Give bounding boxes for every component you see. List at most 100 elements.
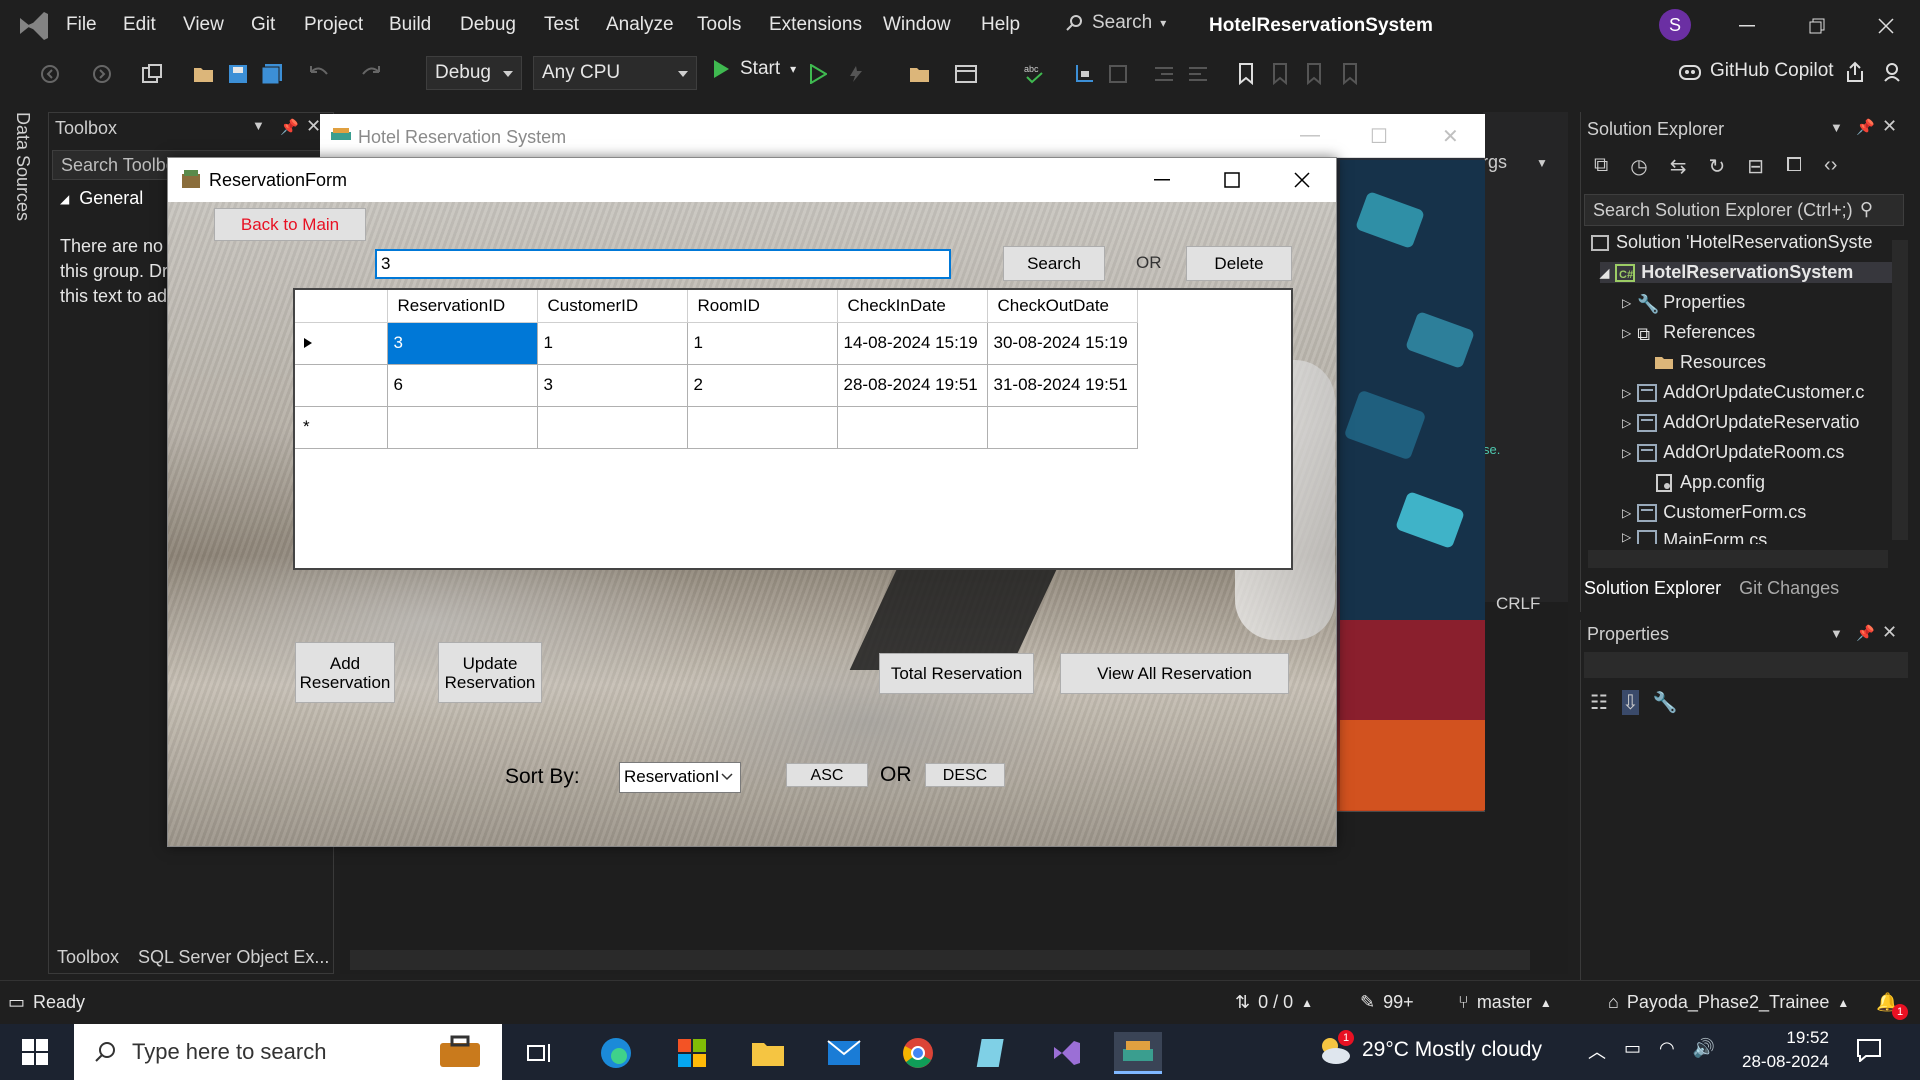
add-reservation-button[interactable]: Add Reservation	[295, 642, 395, 703]
hot-reload-icon[interactable]	[842, 60, 870, 88]
edge-browser-icon[interactable]	[592, 1032, 640, 1074]
update-reservation-button[interactable]: Update Reservation	[438, 642, 542, 703]
table-cell[interactable]: 28-08-2024 19:51	[837, 364, 988, 407]
github-copilot-button[interactable]: GitHub Copilot	[1678, 60, 1834, 82]
tree-item-properties[interactable]: ▷ 🔧 Properties	[1622, 292, 1745, 314]
menu-project[interactable]: Project	[304, 14, 363, 36]
chevron-down-icon[interactable]: ▼	[1536, 156, 1548, 170]
table-cell[interactable]	[387, 406, 538, 449]
folder-icon[interactable]	[906, 60, 934, 88]
data-sources-tab[interactable]: Data Sources	[12, 112, 33, 221]
new-row-marker[interactable]: *	[295, 406, 388, 449]
tree-item-references[interactable]: ▷ ⧉ References	[1622, 322, 1755, 344]
table-cell[interactable]	[537, 406, 688, 449]
chevron-down-icon[interactable]: ▼	[252, 118, 265, 133]
save-icon[interactable]	[224, 60, 252, 88]
undo-icon[interactable]	[304, 60, 332, 88]
prev-bookmark-icon[interactable]	[1266, 60, 1294, 88]
visual-studio-taskbar-icon[interactable]	[1042, 1032, 1090, 1074]
tab-git-changes[interactable]: Git Changes	[1739, 578, 1839, 599]
platform-dropdown[interactable]: Any CPU	[533, 56, 697, 90]
menu-edit[interactable]: Edit	[123, 14, 156, 36]
windows-start-icon[interactable]	[22, 1039, 48, 1065]
share-icon[interactable]	[1841, 58, 1869, 86]
notification-center-icon[interactable]	[1856, 1038, 1882, 1062]
bookmark-icon[interactable]	[1232, 60, 1260, 88]
tree-item-resources[interactable]: Resources	[1654, 352, 1766, 373]
chrome-icon[interactable]	[894, 1032, 942, 1074]
switch-views-icon[interactable]: ⧉	[1594, 154, 1608, 179]
new-row[interactable]: *	[295, 406, 1138, 449]
history-icon[interactable]: ◷	[1630, 154, 1647, 179]
start-without-debugging-icon[interactable]	[804, 60, 832, 88]
column-header[interactable]: CheckInDate	[837, 290, 988, 323]
next-bookmark-icon[interactable]	[1300, 60, 1328, 88]
close-icon[interactable]: ✕	[306, 116, 321, 137]
back-nav-icon[interactable]	[36, 60, 64, 88]
solution-explorer-search-input[interactable]: Search Solution Explorer (Ctrl+;) ⚲	[1584, 194, 1904, 226]
menu-test[interactable]: Test	[544, 14, 579, 36]
close-icon[interactable]: ✕	[1882, 622, 1897, 643]
table-cell[interactable]: 6	[387, 364, 538, 407]
chevron-down-icon[interactable]: ▼	[1830, 120, 1843, 135]
configuration-dropdown[interactable]: Debug	[426, 56, 522, 90]
tree-item-solution[interactable]: Solution 'HotelReservationSyste	[1590, 232, 1873, 253]
solution-vertical-scrollbar[interactable]	[1892, 240, 1908, 540]
view-all-reservation-button[interactable]: View All Reservation	[1060, 653, 1289, 694]
layout-icon[interactable]	[952, 60, 980, 88]
minimize-button[interactable]: —	[1300, 124, 1320, 147]
sort-asc-button[interactable]: ASC	[786, 763, 868, 787]
redo-icon[interactable]	[358, 60, 386, 88]
code-view-icon[interactable]: ‹›	[1824, 154, 1837, 179]
taskbar-clock[interactable]: 19:52 28-08-2024	[1742, 1026, 1829, 1074]
table-cell[interactable]: 14-08-2024 15:19	[837, 322, 988, 365]
copy-icon[interactable]: ⧠	[1786, 154, 1802, 179]
notepad-app-icon[interactable]	[968, 1032, 1016, 1074]
open-folder-icon[interactable]	[190, 60, 218, 88]
delete-button[interactable]: Delete	[1186, 246, 1292, 281]
toolbox-tab[interactable]: Toolbox	[57, 947, 119, 968]
menu-extensions[interactable]: Extensions	[769, 14, 862, 36]
pin-icon[interactable]: 📌	[1856, 118, 1875, 136]
sync-icon[interactable]: ⇆	[1670, 154, 1687, 179]
column-header[interactable]: ReservationID	[387, 290, 538, 323]
repository-status[interactable]: ⌂ Payoda_Phase2_Trainee ▲	[1608, 992, 1849, 1013]
task-view-icon[interactable]	[516, 1032, 564, 1074]
maximize-button[interactable]: ☐	[1370, 124, 1388, 149]
menu-build[interactable]: Build	[389, 14, 431, 36]
column-header[interactable]: CheckOutDate	[987, 290, 1138, 323]
alphabetical-icon[interactable]: ⇩	[1621, 690, 1639, 715]
vs-search-button[interactable]: Search ▾	[1066, 12, 1166, 34]
minimize-button[interactable]	[1142, 166, 1182, 194]
properties-object-dropdown[interactable]	[1584, 652, 1908, 678]
back-to-main-button[interactable]: Back to Main	[214, 208, 366, 241]
spell-check-icon[interactable]: abc	[1020, 60, 1048, 88]
collapse-all-icon[interactable]: ⊟	[1747, 154, 1764, 179]
tree-item-addorupdatecustomer[interactable]: ▷ AddOrUpdateCustomer.c	[1622, 382, 1864, 403]
categorized-icon[interactable]: ☷	[1590, 690, 1608, 715]
clear-bookmarks-icon[interactable]	[1336, 60, 1364, 88]
menu-help[interactable]: Help	[981, 14, 1020, 36]
column-header[interactable]: CustomerID	[537, 290, 688, 323]
table-cell[interactable]: 1	[537, 322, 688, 365]
tree-item-app-config[interactable]: App.config	[1654, 472, 1765, 493]
table-cell[interactable]: 3	[537, 364, 688, 407]
table-cell[interactable]	[687, 406, 838, 449]
start-debug-button[interactable]: Start ▾	[712, 58, 796, 80]
toolbox-group-general[interactable]: ◢ General	[60, 188, 143, 209]
tree-item-mainform[interactable]: ▷ MainForm.cs	[1622, 530, 1767, 544]
microsoft-store-icon[interactable]	[668, 1032, 716, 1074]
tree-item-addorupdateroom[interactable]: ▷ AddOrUpdateRoom.cs	[1622, 442, 1844, 463]
hotel-app-taskbar-icon[interactable]	[1114, 1032, 1162, 1074]
table-cell[interactable]	[987, 406, 1138, 449]
step-icon[interactable]	[1070, 60, 1098, 88]
tree-item-addorupdatereservation[interactable]: ▷ AddOrUpdateReservatio	[1622, 412, 1859, 433]
search-button[interactable]: Search	[1003, 246, 1105, 281]
table-cell[interactable]: 2	[687, 364, 838, 407]
breakpoint-icon[interactable]	[1104, 60, 1132, 88]
menu-git[interactable]: Git	[251, 14, 275, 36]
wifi-icon[interactable]: ◠	[1659, 1038, 1675, 1064]
battery-icon[interactable]: ▭	[1624, 1038, 1641, 1064]
menu-file[interactable]: File	[66, 14, 97, 36]
forward-nav-icon[interactable]	[88, 60, 116, 88]
